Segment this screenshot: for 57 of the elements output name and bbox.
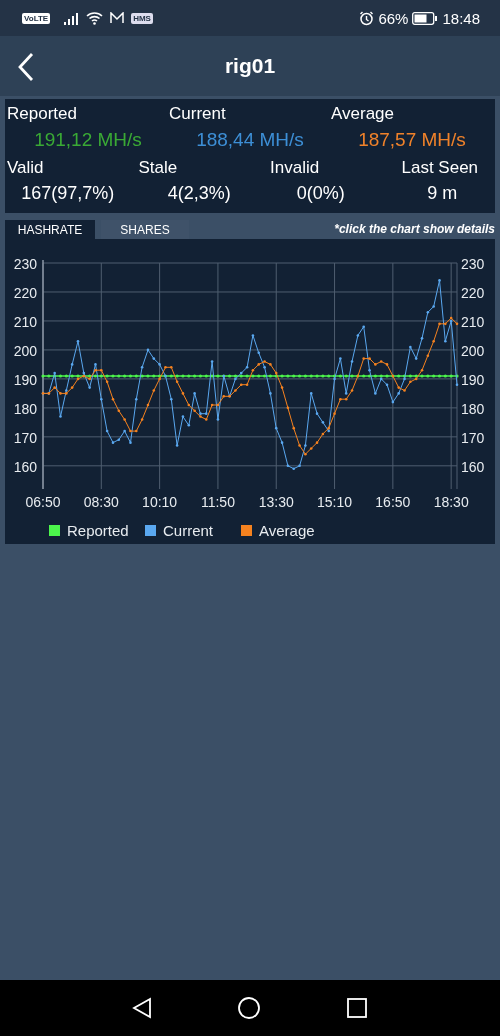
mail-icon: [110, 12, 125, 24]
signal-icon: [63, 11, 80, 25]
alarm-icon: [359, 10, 375, 26]
x-axis-label: 08:30: [83, 494, 119, 510]
y-axis-label: 170: [13, 429, 37, 446]
x-axis-label: 06:50: [25, 494, 61, 510]
y-axis-label: 170: [461, 429, 485, 446]
legend-swatch: [241, 525, 252, 536]
y-axis-label: 220: [13, 284, 37, 301]
legend-swatch: [145, 525, 156, 536]
y-axis-label: 190: [13, 371, 37, 388]
clock: 18:48: [442, 9, 480, 27]
y-axis-label: 230: [13, 256, 37, 272]
y-axis-label: 200: [13, 342, 37, 359]
stat-value: 9 m: [426, 182, 459, 205]
stat-label: Current: [169, 103, 227, 125]
stat-label: Invalid: [269, 157, 321, 179]
y-axis-label: 220: [461, 284, 485, 301]
stat-value: 4(2,3%): [166, 182, 232, 205]
stat-value: 0(0%): [295, 182, 346, 205]
x-axis-label: 10:10: [142, 494, 178, 510]
y-axis-label: 180: [461, 400, 485, 417]
hashrate-value: 191,12 MH/s: [33, 128, 143, 152]
hashrate-value: 187,57 MH/s: [357, 128, 467, 152]
legend-label: Average: [259, 522, 315, 539]
stat-label: Stale: [137, 157, 179, 179]
stat-label: Valid: [7, 157, 45, 179]
y-axis-label: 230: [461, 256, 485, 272]
chart-tab[interactable]: HASHRATE: [5, 220, 95, 239]
y-axis-label: 210: [13, 313, 37, 330]
y-axis-label: 180: [13, 400, 37, 417]
legend-label: Reported: [67, 522, 129, 539]
x-axis-label: 13:30: [258, 494, 294, 510]
hashrate-value: 188,44 MH/s: [195, 128, 305, 152]
x-axis-label: 11:50: [200, 494, 235, 510]
stat-label: Last Seen: [400, 157, 480, 179]
y-axis-label: 160: [13, 458, 37, 475]
stat-label: Average: [331, 103, 395, 125]
chart-hint: *click the chart show details: [334, 221, 495, 238]
y-axis-label: 160: [461, 458, 485, 475]
x-axis-label: 16:50: [375, 494, 411, 510]
x-axis-label: 15:10: [317, 494, 353, 510]
y-axis-label: 200: [461, 342, 485, 359]
wifi-icon: [86, 11, 104, 25]
legend-swatch: [49, 525, 60, 536]
battery-icon: [412, 11, 439, 25]
stat-value: 167(97,7%): [20, 182, 116, 205]
page-title: rig01: [224, 54, 276, 78]
volte-badge: VoLTE: [22, 12, 51, 24]
chart-tab[interactable]: SHARES: [101, 220, 189, 239]
battery-percent: 66%: [378, 9, 409, 27]
y-axis-label: 190: [461, 371, 485, 388]
hms-badge: HMS: [131, 12, 153, 24]
stat-label: Reported: [7, 103, 78, 125]
legend-label: Current: [163, 522, 214, 539]
x-axis-label: 18:30: [433, 494, 469, 510]
y-axis-label: 210: [461, 313, 485, 330]
